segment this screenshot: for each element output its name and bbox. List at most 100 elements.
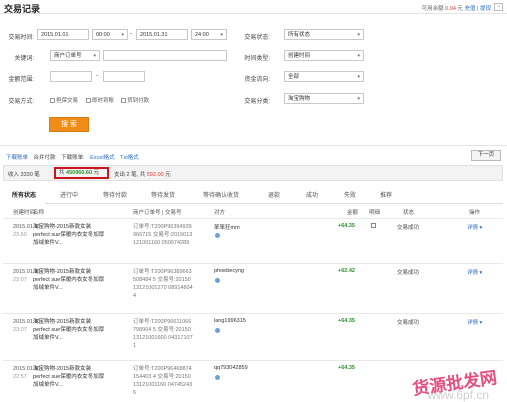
chat-icon[interactable] <box>215 233 220 238</box>
topup-link[interactable]: 充值 <box>464 6 475 12</box>
col-amount: 金额 <box>347 210 359 216</box>
amount-min-input[interactable] <box>50 71 92 82</box>
method-checkbox-instant[interactable]: 即时到账 <box>86 96 114 104</box>
status-select-value: 所有状态 <box>288 32 311 38</box>
table-row[interactable]: 2015.01.31 23:07 淘宝购物-2015新款女装perfect su… <box>3 263 503 313</box>
row-status: 交易成功 <box>397 225 420 231</box>
tab-in-progress[interactable]: 进行中 <box>49 190 89 204</box>
row-name[interactable]: 淘宝购物-2015新款女装perfect sue保暖内衣女冬加厚加绒单件V... <box>33 268 105 292</box>
method-checkbox-escrow[interactable]: 担保交易 <box>50 96 78 104</box>
memo-icon[interactable] <box>371 223 376 228</box>
row-order: 订单号:T200P96389663508484 5 交易号:2015013121… <box>133 269 193 299</box>
amount-label: 金额范围: <box>8 77 34 83</box>
category-select[interactable]: 淘宝购物 ▾ <box>284 93 364 104</box>
checkbox-icon <box>86 97 91 103</box>
balance-label: 可用余额 <box>421 6 444 12</box>
tab-recommend[interactable]: 推荐 <box>369 190 403 204</box>
chat-icon[interactable] <box>215 278 220 283</box>
row-amount: +62.42 <box>338 268 355 274</box>
time-type-select[interactable]: 创建时间 ▾ <box>284 50 364 61</box>
start-date-input[interactable]: 2015.01.01 <box>37 29 89 40</box>
chevron-down-icon: ▾ <box>93 53 96 59</box>
row-order: 订单号:T200P96611066798904 5 交易号:2015013121… <box>133 319 193 349</box>
merge-pay-link[interactable]: 合并付款 <box>34 155 56 161</box>
tab-awaiting-payment[interactable]: 等待付款 <box>93 190 137 204</box>
method-label: 交易方式: <box>8 99 34 105</box>
tab-failed[interactable]: 失败 <box>333 190 367 204</box>
search-button[interactable]: 搜 索 <box>49 117 89 132</box>
download-bill-label: 下载账单: <box>61 155 85 161</box>
tab-success[interactable]: 成功 <box>295 190 329 204</box>
row-name[interactable]: 淘宝购物-2015新款女装perfect sue保暖内衣女冬加厚加绒单件V... <box>33 318 105 342</box>
balance-unit: 元 <box>457 6 463 12</box>
amount-max-input[interactable] <box>103 71 145 82</box>
method-option-label: 即时到账 <box>92 98 115 104</box>
row-detail-link[interactable]: 详情 ▾ <box>467 268 482 276</box>
row-detail-link[interactable]: 详情 ▾ <box>467 318 482 326</box>
range-dash: - <box>130 31 132 37</box>
download-link[interactable]: 下载账单 <box>6 155 28 161</box>
row-name[interactable]: 淘宝购物-2015新款女装perfect sue保暖内衣女冬加厚加绒单件V... <box>33 223 105 247</box>
summary-bar: 收入 3330 笔 共 450960.60 元 支出 2 笔, 共 592.00… <box>3 165 503 181</box>
expense-prefix: 共 <box>139 172 146 178</box>
chat-icon[interactable] <box>215 328 220 333</box>
row-time: 22:57 <box>13 374 27 380</box>
collapse-icon[interactable]: − <box>494 3 503 11</box>
table-row[interactable]: 2015.01.31 23:50 淘宝购物-2015新款女装perfect su… <box>3 218 503 263</box>
row-name[interactable]: 淘宝购物-2015新款女装perfect sue保暖内衣女冬加厚加绒单件V... <box>33 365 105 389</box>
end-date-input[interactable]: 2015.01.31 <box>136 29 188 40</box>
end-time-select[interactable]: 24:00 ▾ <box>191 29 227 40</box>
time-label: 交易时间: <box>8 35 34 41</box>
expense-unit: 元 <box>165 172 171 178</box>
tab-refund[interactable]: 退款 <box>257 190 291 204</box>
income-amount-box: 共 450960.60 元 <box>54 167 109 179</box>
method-checkbox-cod[interactable]: 货到付款 <box>121 96 149 104</box>
row-time: 23:50 <box>13 232 27 238</box>
status-select[interactable]: 所有状态 ▾ <box>284 29 364 40</box>
expense-count: 支出 2 笔, <box>114 172 139 178</box>
status-tabs: 所有状态 进行中 等待付款 等待发货 等待确认收货 退款 成功 失败 推荐 <box>3 190 503 204</box>
tab-awaiting-shipment[interactable]: 等待发货 <box>141 190 185 204</box>
col-peer: 对方 <box>214 210 226 216</box>
divider <box>0 145 507 146</box>
flow-select[interactable]: 全部 ▾ <box>284 71 364 82</box>
row-order: 订单号:T200P96394939966715 交易号:201501312100… <box>133 224 193 246</box>
row-order: 订单号:T200P96468874154403 4 交易号:2015013121… <box>133 366 193 396</box>
row-peer: qq793042859 <box>214 365 248 371</box>
checkbox-icon <box>121 97 126 103</box>
expense-info: 支出 2 笔, 共 592.00 元 <box>114 170 171 178</box>
start-time-select[interactable]: 00:00 ▾ <box>92 29 128 40</box>
income-amount: 450960.60 <box>66 170 93 176</box>
next-page-button[interactable]: 下一页 <box>471 150 501 161</box>
col-detail: 明细 <box>369 210 381 216</box>
table-row[interactable]: 2015.01.31 23:07 淘宝购物-2015新款女装perfect su… <box>3 313 503 360</box>
row-amount: +64.35 <box>338 318 355 324</box>
page-header: 交易记录 可用余额 0.04 元 充值 | 提现 − <box>0 0 507 14</box>
income-count: 收入 3330 笔 <box>8 172 40 178</box>
chevron-down-icon: ▾ <box>121 32 124 38</box>
chat-icon[interactable] <box>215 375 220 380</box>
keyword-input[interactable] <box>103 50 227 61</box>
row-amount: +64.35 <box>338 365 355 371</box>
chevron-down-icon: ▾ <box>357 53 360 59</box>
txt-link[interactable]: Txt格式 <box>120 155 139 161</box>
category-label: 交易分类: <box>244 99 270 105</box>
chevron-down-icon: ▾ <box>220 32 223 38</box>
excel-link[interactable]: Excel格式 <box>90 155 114 161</box>
method-option-label: 货到付款 <box>127 98 150 104</box>
row-detail-link[interactable]: 详情 ▾ <box>467 223 482 231</box>
chevron-down-icon: ▾ <box>357 96 360 102</box>
toolbar: 下载账单 合并付款 下载账单: Excel格式 Txt格式 <box>6 153 143 161</box>
col-status: 状态 <box>403 210 415 216</box>
income-unit: 元 <box>93 170 100 176</box>
row-status: 交易成功 <box>397 270 420 276</box>
col-action: 操作 <box>469 210 481 216</box>
withdraw-link[interactable]: 提现 <box>480 6 491 12</box>
table-header: 创建时间 名称 商户订单号 | 交易号 对方 金额 明细 状态 操作 <box>3 206 503 216</box>
tab-awaiting-confirm[interactable]: 等待确认收货 <box>191 190 251 204</box>
end-time-value: 24:00 <box>195 32 209 38</box>
time-type-value: 创建时间 <box>288 53 311 59</box>
amount-dash: - <box>96 73 98 79</box>
tab-all[interactable]: 所有状态 <box>3 190 45 204</box>
keyword-type-select[interactable]: 商户订单号 ▾ <box>50 50 100 61</box>
